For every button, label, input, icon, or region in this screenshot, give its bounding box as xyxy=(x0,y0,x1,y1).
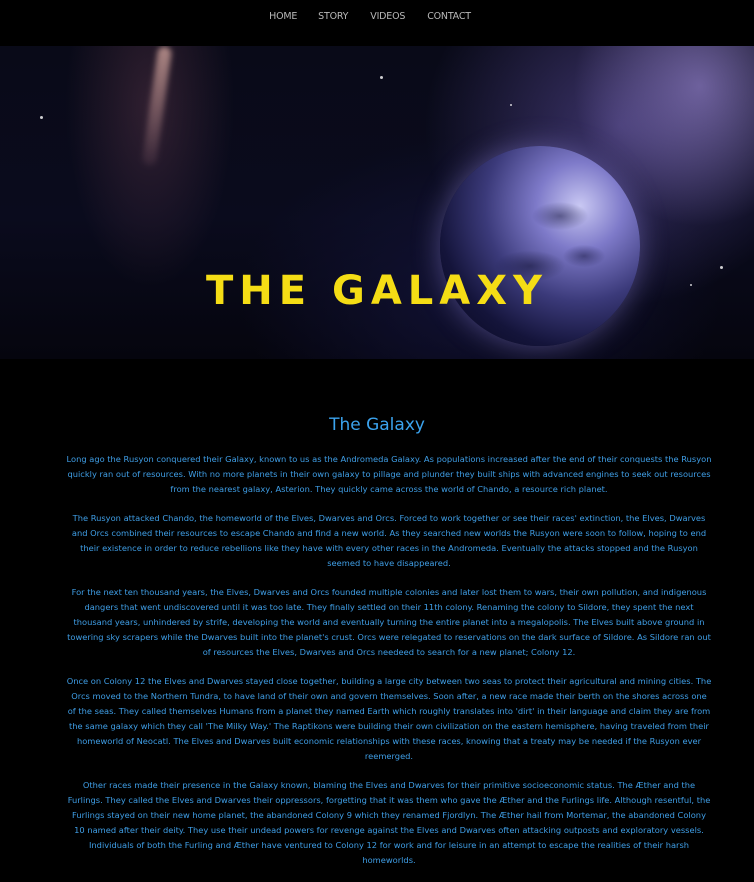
nav-link-story[interactable]: STORY xyxy=(318,11,348,22)
star xyxy=(40,116,43,119)
planet-texture xyxy=(440,146,640,346)
hero-title: THE GALAXY xyxy=(205,268,549,314)
star xyxy=(510,104,512,106)
nav-link-videos[interactable]: VIDEOS xyxy=(370,11,405,22)
main-content: The Galaxy Long ago the Rusyon conquered… xyxy=(0,359,754,873)
top-nav: HOME STORY VIDEOS CONTACT xyxy=(0,0,754,46)
nav-link-contact[interactable]: CONTACT xyxy=(427,11,471,22)
nav-link-home[interactable]: HOME xyxy=(269,11,297,22)
star xyxy=(380,76,383,79)
story-paragraphs: Long ago the Rusyon conquered their Gala… xyxy=(66,452,712,882)
hero-banner: THE GALAXY xyxy=(0,46,754,359)
story-paragraph: Long ago the Rusyon conquered their Gala… xyxy=(66,454,712,494)
story-paragraph: Once on Colony 12 the Elves and Dwarves … xyxy=(66,676,712,761)
story-paragraph: Other races made their presence in the G… xyxy=(67,780,711,865)
nebula-streak xyxy=(141,46,173,167)
story-paragraph: For the next ten thousand years, the Elv… xyxy=(67,587,711,657)
section-heading: The Galaxy xyxy=(329,415,425,435)
story-paragraph: The Rusyon attacked Chando, the homeworl… xyxy=(71,513,707,568)
